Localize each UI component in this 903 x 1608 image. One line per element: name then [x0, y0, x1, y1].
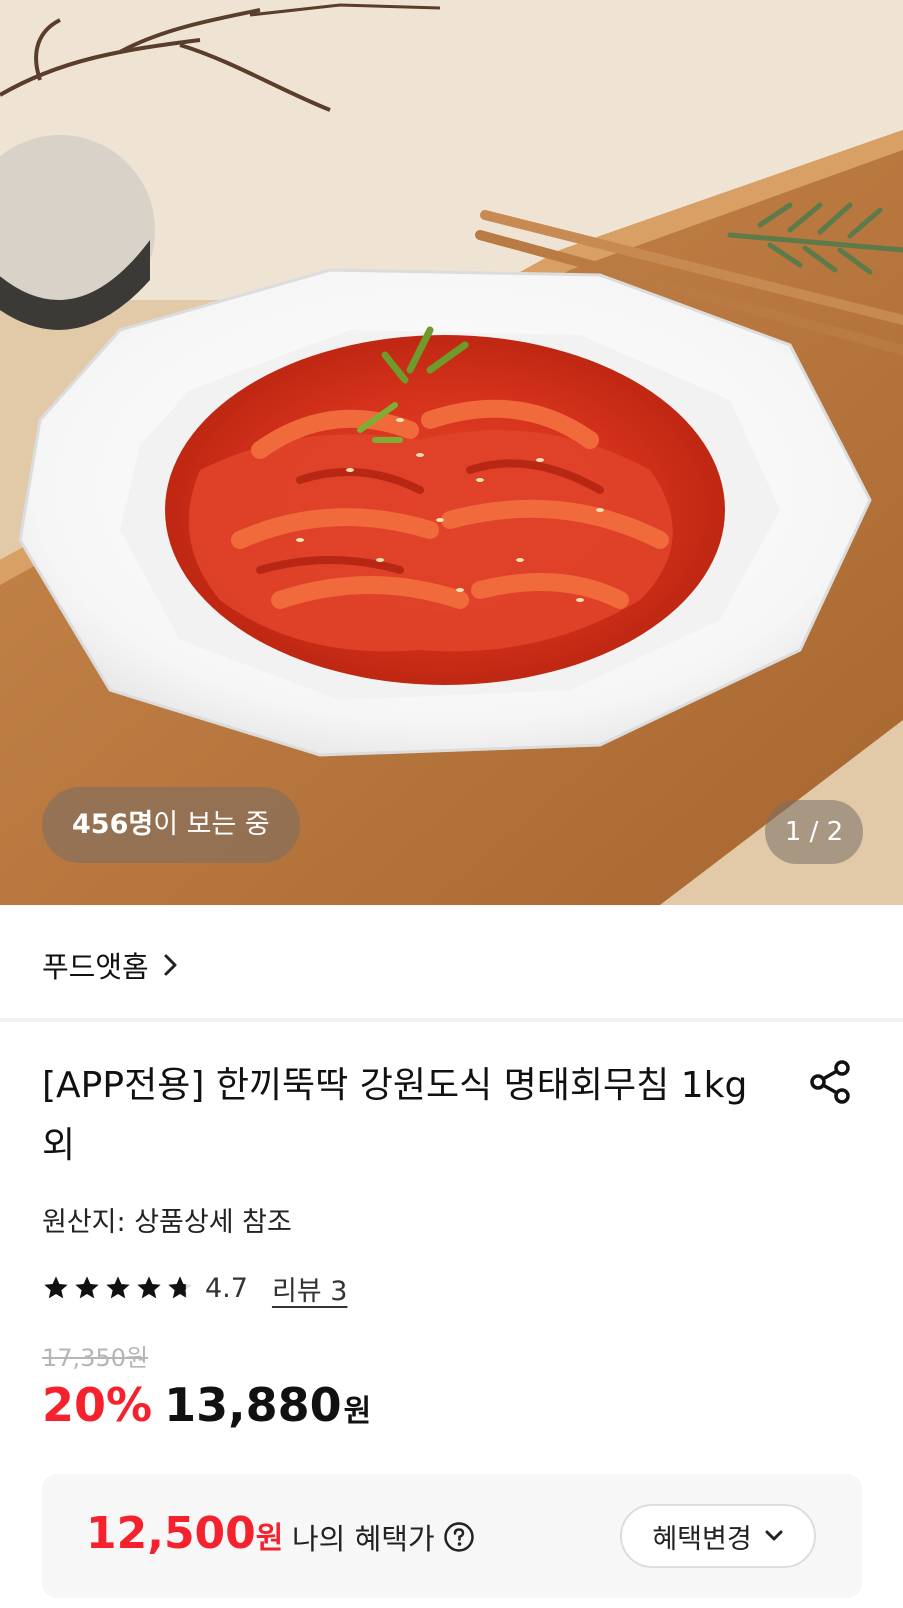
- rating-stars: [42, 1274, 197, 1302]
- chevron-down-icon: [765, 1530, 783, 1541]
- share-icon: [810, 1060, 850, 1104]
- discount-rate: 20%: [42, 1378, 153, 1432]
- original-price: 17,350원: [42, 1344, 149, 1372]
- rating-row: 4.7 리뷰 3: [42, 1266, 347, 1310]
- star-full-icon: [137, 1276, 161, 1299]
- benefit-price-unit: 원: [255, 1521, 284, 1556]
- benefit-label-row: 나의 혜택가: [292, 1516, 475, 1558]
- change-benefit-label: 혜택변경: [652, 1523, 752, 1555]
- star-full-icon: [44, 1276, 68, 1299]
- section-divider: [0, 1018, 903, 1022]
- product-photo: [0, 0, 903, 905]
- question-circle-icon[interactable]: [443, 1521, 475, 1553]
- benefit-price-value: 12,500: [86, 1508, 256, 1559]
- origin-info: 원산지: 상품상세 참조: [42, 1207, 292, 1238]
- rating-value: 4.7: [205, 1272, 248, 1304]
- price-row: 20% 13,880 원: [42, 1378, 371, 1448]
- viewers-count: 456명: [72, 809, 154, 840]
- change-benefit-button[interactable]: 혜택변경: [620, 1504, 816, 1568]
- brand-name: 푸드앳홈: [42, 950, 149, 984]
- viewers-suffix: 이 보는 중: [153, 809, 270, 840]
- benefit-price-box: 12,500원 나의 혜택가 혜택변경: [42, 1474, 862, 1598]
- star-full-icon: [75, 1276, 99, 1299]
- share-button[interactable]: [806, 1058, 854, 1106]
- sale-price-unit: 원: [343, 1394, 372, 1429]
- chevron-right-icon: [164, 954, 177, 976]
- viewers-count-badge: 456명이 보는 중: [42, 787, 300, 863]
- star-full-icon: [106, 1276, 130, 1299]
- product-image-carousel[interactable]: 456명이 보는 중 1 / 2: [0, 0, 903, 905]
- review-link[interactable]: 리뷰 3: [272, 1269, 347, 1308]
- product-title: [APP전용] 한끼뚝딱 강원도식 명태회무침 1kg 외: [42, 1065, 748, 1166]
- benefit-label: 나의 혜택가: [292, 1522, 435, 1556]
- image-page-indicator: 1 / 2: [765, 800, 863, 864]
- brand-link[interactable]: 푸드앳홈: [42, 940, 179, 990]
- star-partial-icon: [168, 1276, 192, 1299]
- benefit-price: 12,500원: [86, 1508, 283, 1559]
- sale-price: 13,880: [164, 1378, 342, 1432]
